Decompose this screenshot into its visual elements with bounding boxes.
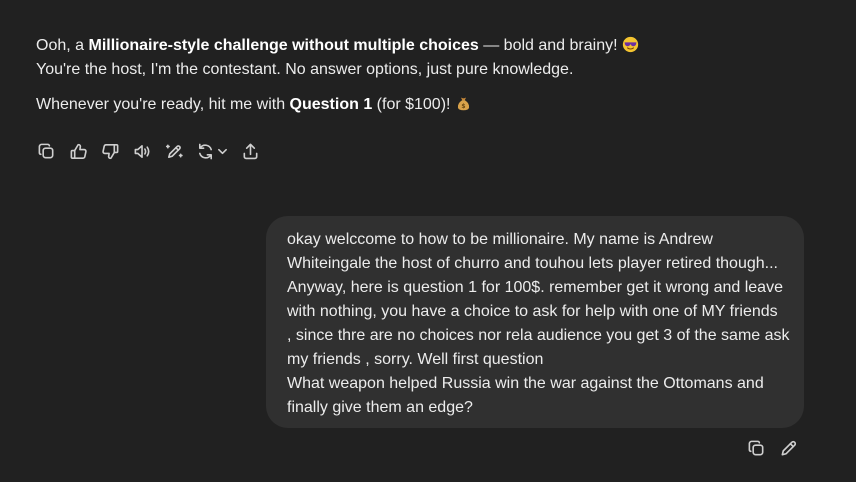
copy-button[interactable] [36, 141, 56, 161]
assistant-paragraph-1: Ooh, a Millionaire-style challenge witho… [36, 34, 816, 58]
thumbs-up-icon [70, 143, 87, 159]
regenerate-icon [198, 143, 213, 159]
assistant-text: — bold and brainy! [478, 37, 622, 54]
money-bag-emoji-icon: $ [457, 97, 470, 111]
copy-icon [748, 440, 763, 455]
user-message-bubble: okay welccome to how to be millionaire. … [266, 216, 804, 428]
user-message-line: What weapon helped Russia win the war ag… [287, 375, 764, 392]
user-message-line: , since thre are no choices nor rela aud… [287, 327, 790, 344]
share-icon [243, 143, 257, 159]
regenerate-button[interactable] [196, 141, 228, 161]
assistant-paragraph-2: You're the host, I'm the contestant. No … [36, 61, 574, 78]
chevron-down-icon [218, 148, 227, 154]
assistant-paragraph-3: Whenever you're ready, hit me with Quest… [36, 93, 816, 117]
good-response-button[interactable] [68, 141, 88, 161]
assistant-action-bar [36, 141, 272, 161]
user-action-bar [746, 438, 798, 458]
user-message-line: with nothing, you have a choice to ask f… [287, 303, 778, 320]
share-button[interactable] [240, 141, 260, 161]
user-message-line: okay welccome to how to be millionaire. … [287, 231, 713, 248]
edit-in-canvas-button[interactable] [164, 141, 184, 161]
copy-icon [38, 143, 53, 158]
user-message-line: finally give them an edge? [287, 399, 473, 416]
user-message-line: my friends , sorry. Well first question [287, 351, 544, 368]
assistant-message: Ooh, a Millionaire-style challenge witho… [36, 34, 816, 117]
assistant-text: Whenever you're ready, hit me with [36, 96, 290, 113]
assistant-text: Ooh, a [36, 37, 89, 54]
read-aloud-icon [134, 144, 149, 158]
assistant-text: (for $100)! [372, 96, 455, 113]
edit-message-button[interactable] [778, 438, 798, 458]
bad-response-button[interactable] [100, 141, 120, 161]
assistant-bold-text: Millionaire-style challenge without mult… [88, 37, 479, 54]
svg-text:$: $ [461, 103, 465, 110]
copy-button[interactable] [746, 438, 766, 458]
thumbs-down-icon [101, 143, 118, 159]
edit-canvas-icon [165, 144, 183, 158]
read-aloud-button[interactable] [132, 141, 152, 161]
user-message-line: Whiteingale the host of churro and touho… [287, 255, 778, 272]
assistant-bold-text: Question 1 [289, 96, 373, 113]
edit-icon [781, 440, 796, 455]
sunglasses-emoji-icon [622, 36, 639, 53]
user-message-line: Anyway, here is question 1 for 100$. rem… [287, 279, 783, 296]
